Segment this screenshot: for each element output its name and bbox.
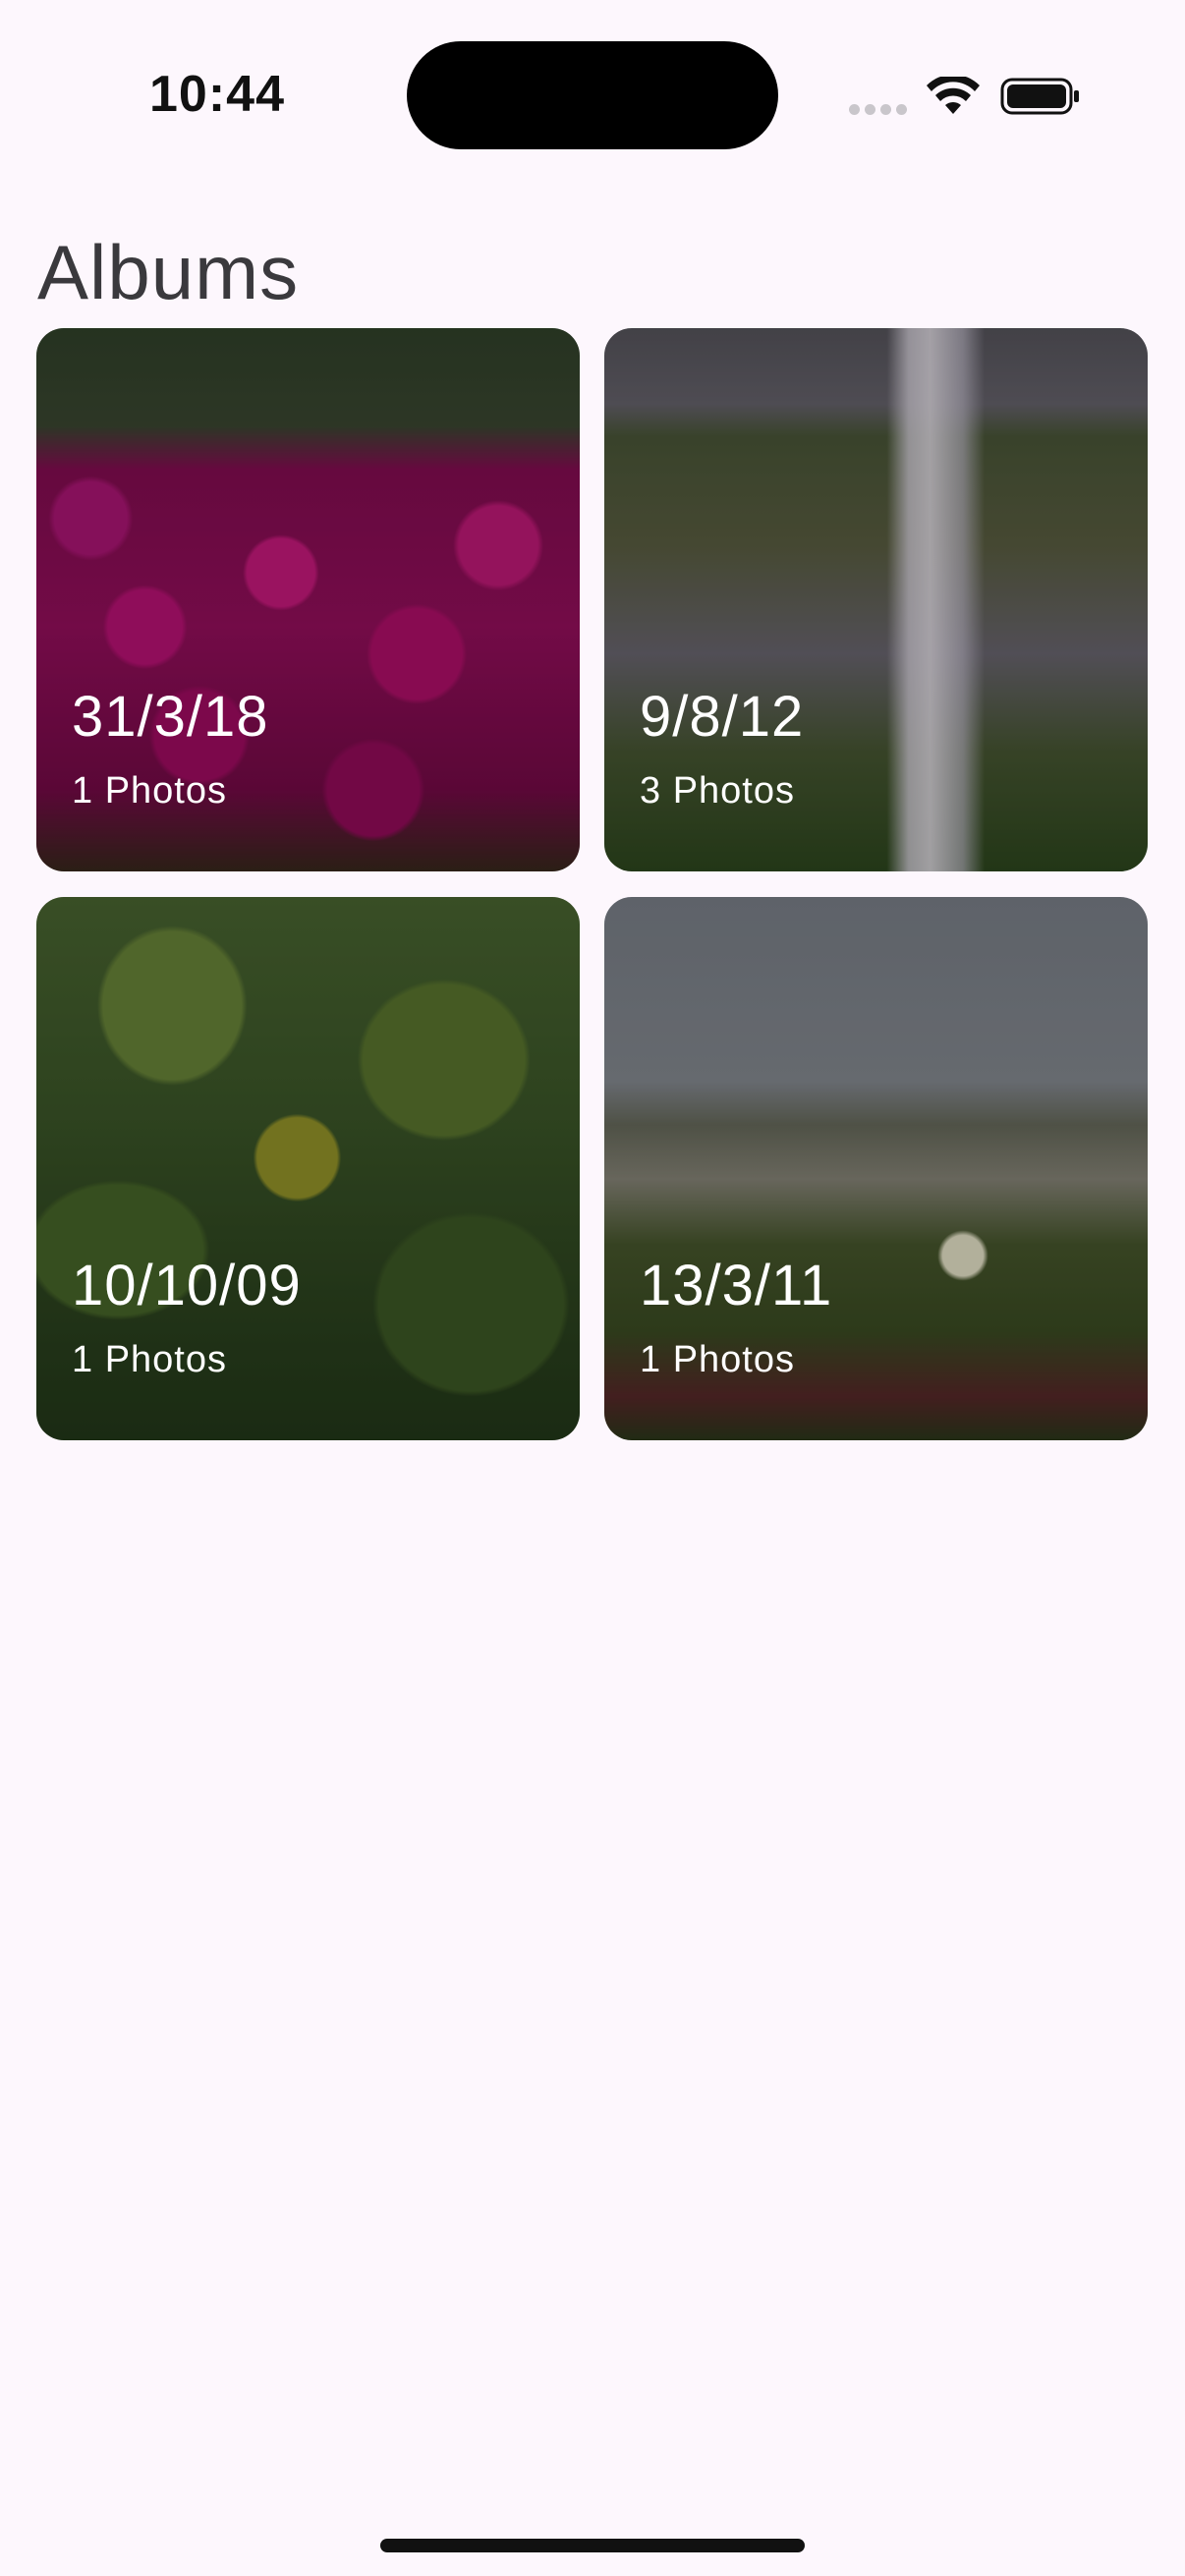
album-photo-count: 3 Photos [640, 770, 795, 812]
album-date: 10/10/09 [72, 1254, 302, 1317]
album-card[interactable]: 9/8/12 3 Photos [604, 328, 1148, 871]
album-card[interactable]: 13/3/11 1 Photos [604, 897, 1148, 1440]
home-indicator[interactable] [380, 2539, 805, 2552]
album-card[interactable]: 31/3/18 1 Photos [36, 328, 580, 871]
album-date: 31/3/18 [72, 685, 269, 749]
album-date: 13/3/11 [640, 1254, 833, 1317]
status-time: 10:44 [149, 66, 285, 123]
wifi-icon [927, 77, 980, 114]
page-title: Albums [37, 229, 300, 315]
cellular-signal-icon [849, 104, 908, 116]
album-date: 9/8/12 [640, 685, 805, 749]
album-photo-count: 1 Photos [640, 1339, 795, 1380]
album-card[interactable]: 10/10/09 1 Photos [36, 897, 580, 1440]
album-photo-count: 1 Photos [72, 1339, 227, 1380]
status-bar: 10:44 [0, 0, 1185, 187]
dynamic-island [407, 41, 778, 149]
album-photo-count: 1 Photos [72, 770, 227, 812]
battery-icon [1000, 78, 1079, 115]
